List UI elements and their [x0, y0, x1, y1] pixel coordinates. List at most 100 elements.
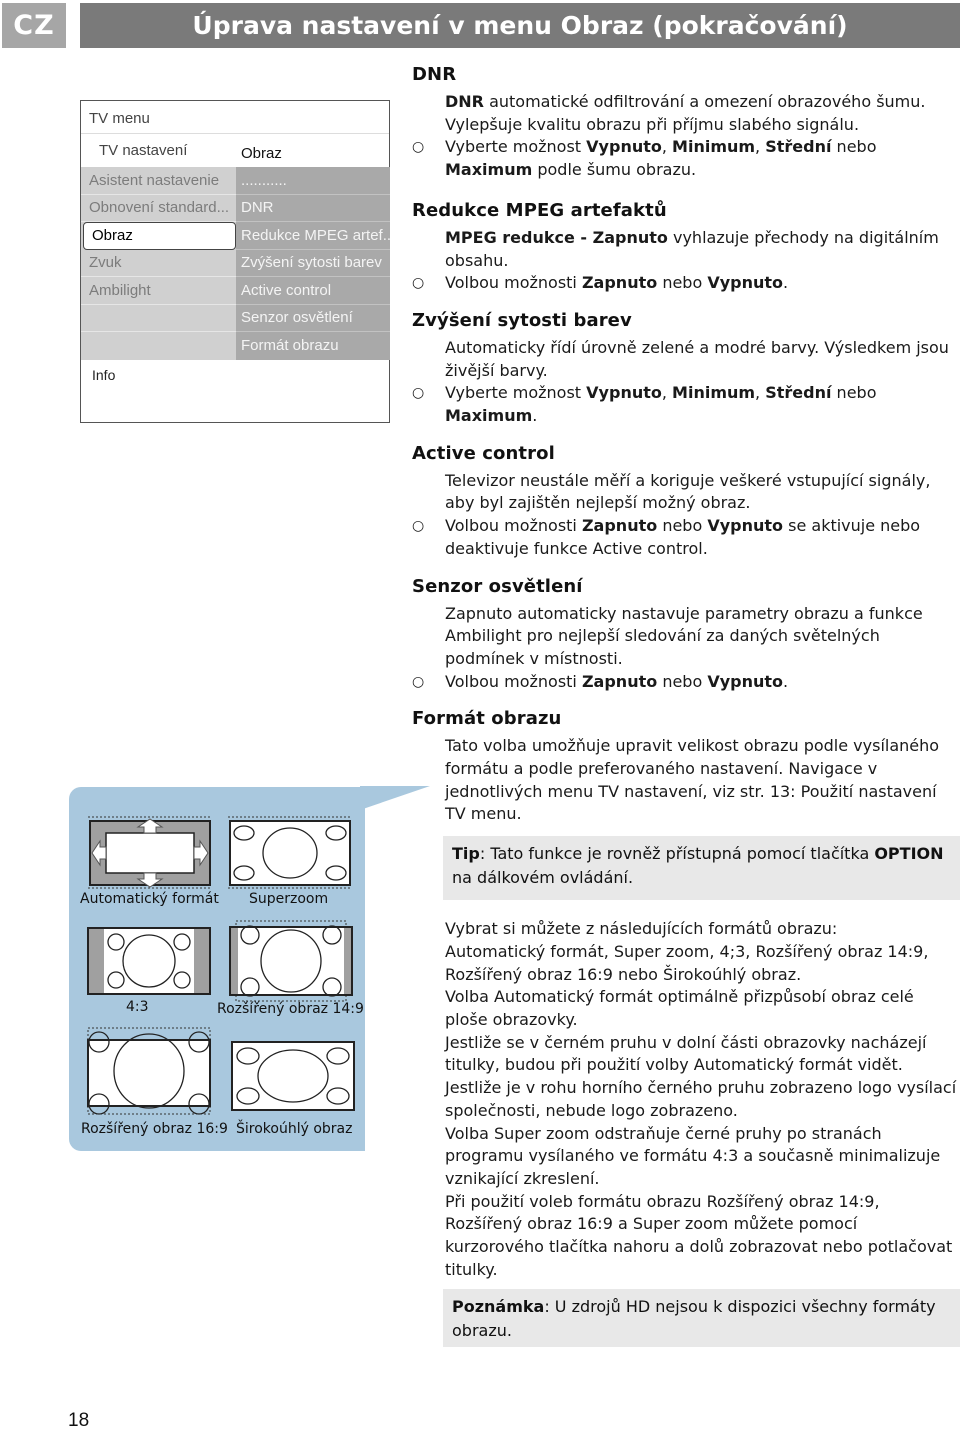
text: Vyberte možnost: [445, 137, 587, 157]
text: Volbou možnosti: [445, 516, 582, 536]
page-title: Úprava nastavení v menu Obraz (pokračová…: [80, 3, 960, 48]
bold-term: MPEG redukce - Zapnuto: [445, 227, 668, 247]
text-line: Automatický formát, Super zoom, 4;3, Roz…: [445, 941, 929, 984]
text: Vyberte možnost: [445, 383, 587, 403]
bullet-circle-icon: ○: [412, 385, 425, 402]
tip-label: Tip: [452, 844, 480, 864]
submenu-item-picture-format[interactable]: Formát obrazu: [236, 332, 390, 360]
option-on: Zapnuto: [581, 516, 658, 536]
menu-item-empty: [81, 332, 236, 360]
submenu-item-active-control[interactable]: Active control: [236, 277, 390, 305]
option-off: Vypnuto: [707, 671, 784, 691]
breadcrumb-tv-settings: TV nastavení: [99, 141, 188, 159]
section-mpeg: Redukce MPEG artefaktů MPEG redukce - Za…: [412, 200, 960, 295]
submenu-item-light-sensor[interactable]: Senzor osvětlení: [236, 305, 390, 332]
section-heading: DNR: [412, 64, 457, 85]
option-off: Vypnuto: [707, 516, 784, 536]
submenu-item-dnr[interactable]: DNR: [236, 195, 390, 222]
language-tab: CZ: [2, 3, 66, 48]
text-line: Jestliže je v rohu horního černého pruhu…: [445, 1078, 957, 1120]
option-maximum: Maximum: [445, 406, 533, 426]
widescreen-illustration: [231, 1041, 355, 1111]
illustration-label: Automatický formát: [80, 891, 219, 907]
menu-item-setup-assistant[interactable]: Asistent nastavenie: [81, 167, 236, 195]
bullet-circle-icon: ○: [412, 518, 425, 535]
section-heading: Redukce MPEG artefaktů: [412, 199, 667, 221]
section-dnr: DNR DNR automatické odfiltrování a omeze…: [412, 64, 960, 182]
submenu-item-mpeg-reduction[interactable]: Redukce MPEG artef..: [236, 222, 390, 250]
text: nebo: [657, 671, 708, 691]
expand-14-9-illustration: [229, 920, 353, 1002]
text: nebo: [831, 137, 877, 157]
option-on: Zapnuto: [581, 671, 658, 691]
option-off: Vypnuto: [586, 137, 662, 157]
text: ,: [661, 383, 673, 403]
note-box: Poznámka: U zdrojů HD nejsou k dispozici…: [443, 1289, 960, 1348]
bullet-item: ○ Vyberte možnost Vypnuto, Minimum, Střed…: [412, 136, 960, 181]
section-color-enhancement: Zvýšení sytosti barev Automaticky řídí ú…: [412, 310, 960, 428]
note-label: Poznámka: [452, 1297, 545, 1317]
option-minimum: Minimum: [672, 383, 756, 403]
tv-menu-right-column: ........... DNR Redukce MPEG artef.. Zvý…: [236, 167, 390, 360]
text: : Tato funkce je rovněž přístupná pomocí…: [479, 844, 875, 864]
section-active-control: Active control Televizor neustále měří a…: [412, 443, 960, 561]
paragraph: Vybrat si můžete z následujících formátů…: [412, 918, 960, 1281]
option-on: Zapnuto: [581, 273, 658, 293]
bullet-item: ○ Volbou možnosti Zapnuto nebo Vypnuto.: [412, 671, 960, 694]
text: nebo: [657, 516, 708, 536]
bullet-circle-icon: ○: [412, 673, 425, 690]
illustration-label: Rozšířený obraz 14:9: [217, 1001, 364, 1017]
manual-content: DNR DNR automatické odfiltrování a omeze…: [412, 64, 960, 1362]
tv-menu-left-column: Asistent nastavenie Obnovení standard...…: [81, 167, 236, 360]
bullet-circle-icon: ○: [412, 139, 425, 156]
bullet-item: ○ Volbou možnosti Zapnuto nebo Vypnuto.: [412, 272, 960, 295]
paragraph: DNR automatické odfiltrování a omezení o…: [412, 91, 960, 136]
text: Volbou možnosti: [445, 273, 582, 293]
four-three-illustration: [87, 927, 211, 995]
text-line: Volba Super zoom odstraňuje černé pruhy …: [445, 1123, 941, 1188]
paragraph: Televizor neustále měří a koriguje veške…: [445, 470, 931, 513]
option-off: Vypnuto: [707, 273, 784, 293]
submenu-item-color-enhancement[interactable]: Zvýšení sytosti barev: [236, 250, 390, 277]
text: ,: [755, 137, 766, 157]
text: nebo: [657, 273, 708, 293]
section-picture-format: Formát obrazu Tato volba umožňuje upravi…: [412, 708, 960, 1348]
option-minimum: Minimum: [672, 137, 756, 157]
text-line: Volba Automatický formát optimálně přizp…: [445, 987, 914, 1029]
tv-menu-title: TV menu: [89, 109, 150, 127]
bold-term: DNR: [445, 92, 484, 111]
section-light-sensor: Senzor osvětlení Zapnuto automaticky nas…: [412, 576, 960, 694]
text: na dálkovém ovládání.: [452, 868, 634, 888]
text: ,: [661, 137, 673, 157]
illustration-label: Superzoom: [249, 891, 329, 907]
bullet-circle-icon: ○: [412, 275, 425, 292]
superzoom-illustration: [228, 816, 352, 889]
auto-format-illustration: [88, 816, 212, 889]
menu-item-picture[interactable]: Obraz: [83, 222, 236, 250]
breadcrumb-picture: Obraz: [241, 144, 282, 162]
option-medium: Střední: [765, 383, 832, 403]
menu-item-ambilight[interactable]: Ambilight: [81, 277, 236, 305]
text: .: [783, 273, 789, 293]
text-line: Vybrat si můžete z následujících formátů…: [445, 919, 838, 939]
menu-item-sound[interactable]: Zvuk: [81, 250, 236, 277]
option-maximum: Maximum: [445, 160, 533, 180]
text-line: Jestliže se v černém pruhu v dolní části…: [445, 1032, 927, 1075]
info-label: Info: [92, 367, 116, 383]
text: nebo: [831, 383, 877, 403]
tv-menu-panel: TV menu TV nastavení Obraz Asistent nast…: [80, 100, 390, 423]
callout-pointer: [360, 786, 430, 810]
text: ,: [755, 383, 766, 403]
section-heading: Senzor osvětlení: [412, 575, 583, 597]
text: podle šumu obrazu.: [532, 160, 697, 180]
expand-16-9-illustration: [87, 1027, 211, 1115]
divider: [81, 133, 389, 134]
section-heading: Active control: [412, 442, 555, 464]
bullet-item: ○ Volbou možnosti Zapnuto nebo Vypnuto se…: [412, 515, 960, 560]
menu-item-reset-defaults[interactable]: Obnovení standard...: [81, 195, 236, 222]
text-line: Při použití voleb formátu obrazu Rozšíře…: [445, 1191, 953, 1279]
menu-item-empty: [81, 305, 236, 332]
submenu-item-more[interactable]: ...........: [236, 167, 390, 195]
text: automatické odfiltrování a omezení obraz…: [445, 92, 926, 134]
section-heading: Zvýšení sytosti barev: [412, 309, 632, 331]
